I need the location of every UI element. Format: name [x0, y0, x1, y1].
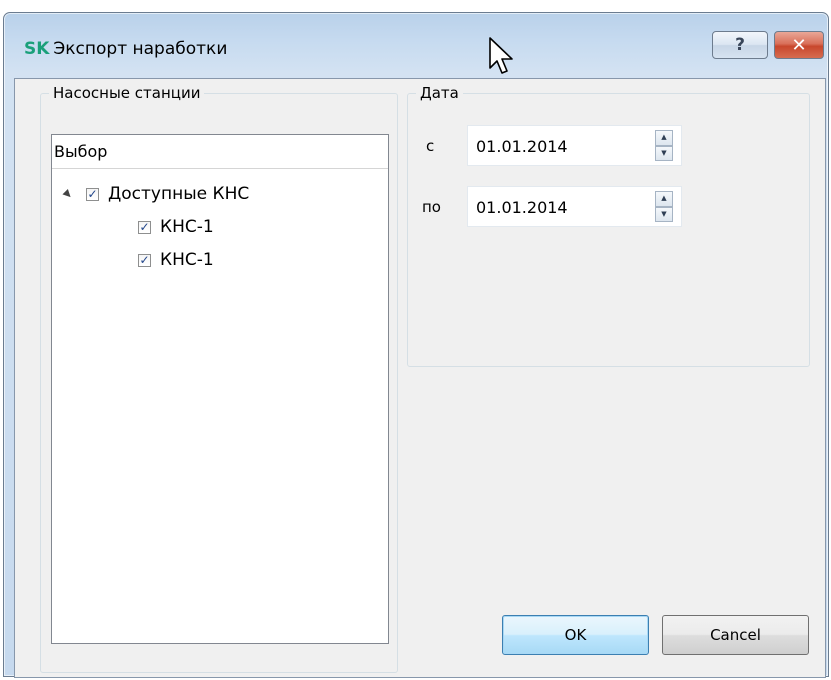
close-button[interactable]: ✕: [774, 31, 824, 59]
tree-node-root[interactable]: ▼ Доступные КНС: [60, 182, 249, 206]
date-from-spinbox[interactable]: 01.01.2014 ▲ ▼: [467, 125, 682, 166]
spin-up-arrow-icon[interactable]: ▲: [655, 130, 673, 146]
spin-down-arrow-icon[interactable]: ▼: [655, 206, 673, 222]
date-from-spin-buttons: ▲ ▼: [655, 130, 673, 161]
window-title: SK Экспорт наработки: [24, 36, 227, 62]
window-title-text: Экспорт наработки: [53, 39, 228, 59]
checkbox-child-2[interactable]: [138, 253, 151, 267]
date-group: Дата с 01.01.2014 ▲ ▼ по 01.01.2014 ▲ ▼: [407, 83, 810, 367]
expander-triangle-icon[interactable]: ▼: [58, 184, 77, 203]
checkbox-child-1[interactable]: [138, 220, 151, 234]
pump-stations-group: Насосные станции Выбор ▼ Доступные КНС К…: [40, 83, 398, 673]
tree-column-header: Выбор: [52, 135, 388, 169]
help-button[interactable]: ?: [712, 31, 768, 59]
date-from-value[interactable]: 01.01.2014: [476, 126, 568, 167]
tree-node-child-2[interactable]: КНС-1: [138, 248, 214, 272]
tree-node-label: КНС-1: [160, 250, 214, 270]
dialog-window: SK Экспорт наработки ? ✕ Насосные станции…: [3, 12, 829, 678]
date-to-spin-buttons: ▲ ▼: [655, 191, 673, 222]
help-icon: ?: [735, 35, 745, 55]
spin-up-arrow-icon[interactable]: ▲: [655, 191, 673, 207]
date-from-label: с: [426, 137, 435, 155]
checkbox-root[interactable]: [86, 187, 99, 201]
app-logo: SK: [24, 39, 50, 59]
date-to-label: по: [422, 198, 441, 216]
date-to-spinbox[interactable]: 01.01.2014 ▲ ▼: [467, 186, 682, 227]
pump-stations-group-label: Насосные станции: [49, 83, 205, 103]
ok-button[interactable]: OK: [502, 615, 649, 655]
close-icon: ✕: [791, 34, 807, 56]
cancel-button[interactable]: Cancel: [662, 615, 809, 655]
stations-tree[interactable]: Выбор ▼ Доступные КНС КНС-1 КНС-1: [51, 134, 389, 644]
spin-down-arrow-icon[interactable]: ▼: [655, 145, 673, 161]
date-to-value[interactable]: 01.01.2014: [476, 187, 568, 228]
date-group-label: Дата: [416, 83, 463, 103]
tree-node-label: Доступные КНС: [108, 184, 250, 204]
tree-node-label: КНС-1: [160, 217, 214, 237]
tree-node-child-1[interactable]: КНС-1: [138, 215, 214, 239]
mouse-pointer-icon: [489, 37, 513, 74]
dialog-client-area: Насосные станции Выбор ▼ Доступные КНС К…: [14, 78, 826, 678]
